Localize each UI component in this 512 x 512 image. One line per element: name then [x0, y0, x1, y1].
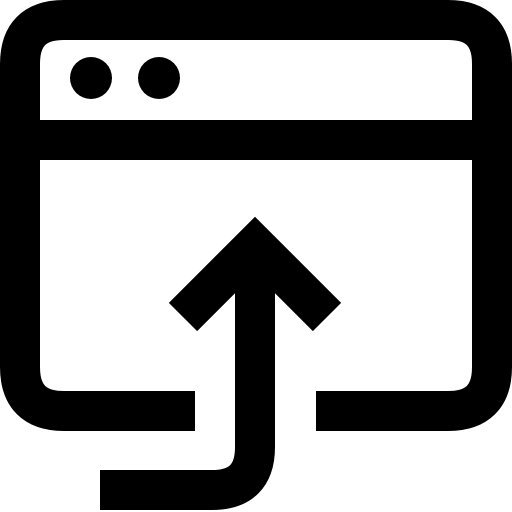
- browser-upload-icon: [0, 0, 512, 512]
- window-dot-icon: [138, 57, 180, 99]
- browser-window-upload-glyph: [0, 0, 512, 510]
- window-dot-icon: [70, 57, 112, 99]
